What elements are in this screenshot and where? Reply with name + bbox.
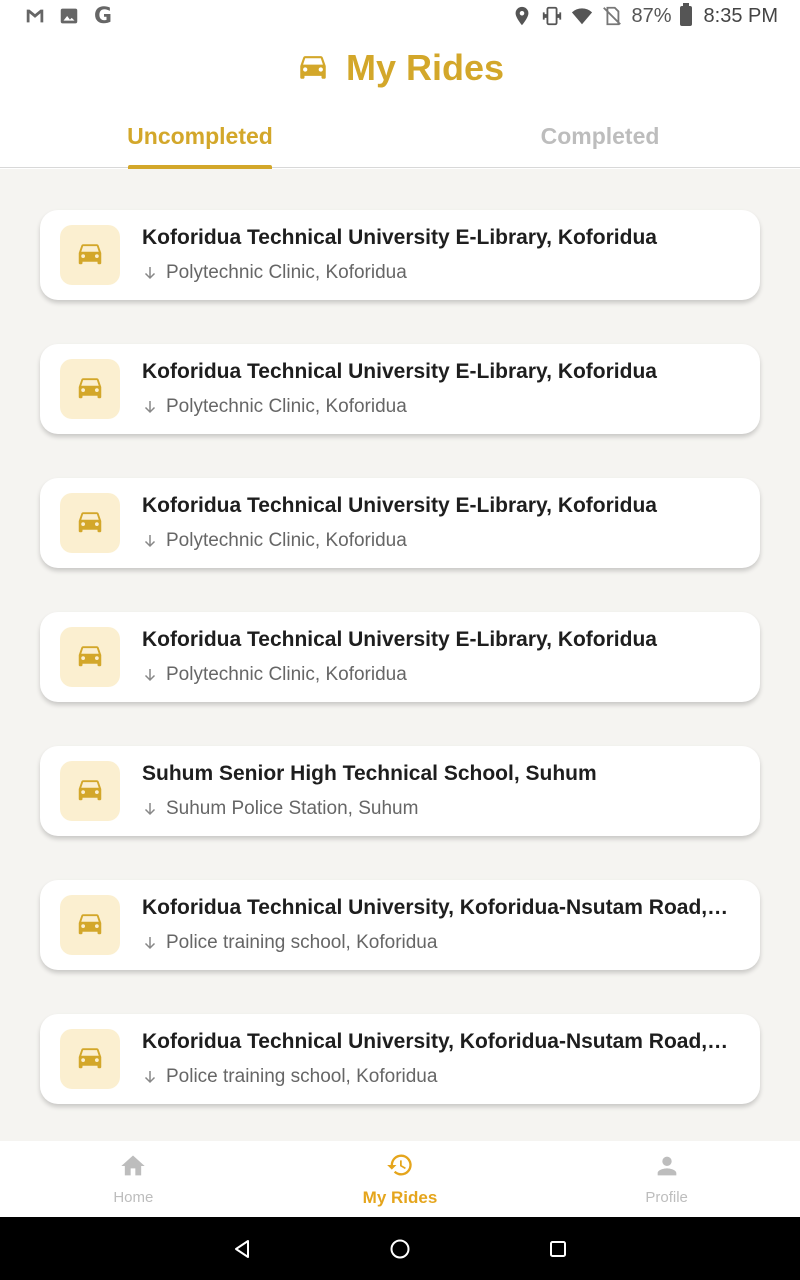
car-icon — [75, 238, 105, 273]
vibrate-icon — [541, 5, 563, 27]
status-left: G — [24, 3, 114, 29]
clock: 8:35 PM — [703, 4, 778, 27]
ride-destination-row: Polytechnic Clinic, Koforidua — [142, 664, 732, 686]
ride-origin: Koforidua Technical University E-Library… — [142, 226, 657, 249]
ride-text: Koforidua Technical University E-Library… — [142, 494, 732, 552]
ride-destination: Police training school, Koforidua — [166, 932, 438, 953]
ride-destination-row: Police training school, Koforidua — [142, 932, 732, 954]
ride-origin: Koforidua Technical University, Koforidu… — [142, 1030, 732, 1053]
recents-button[interactable] — [546, 1237, 570, 1261]
ride-destination: Polytechnic Clinic, Koforidua — [166, 664, 407, 685]
ride-icon-box — [60, 359, 120, 419]
back-button[interactable] — [230, 1237, 254, 1261]
car-icon — [75, 372, 105, 407]
bottom-nav: Home My Rides Profile — [0, 1141, 800, 1217]
page-title: My Rides — [345, 47, 505, 88]
arrow-down-icon — [142, 399, 158, 415]
ride-list: Koforidua Technical University E-Library… — [0, 169, 800, 1141]
car-icon — [75, 640, 105, 675]
car-icon — [75, 1042, 105, 1077]
arrow-down-icon — [142, 801, 158, 817]
ride-origin: Suhum Senior High Technical School, Suhu… — [142, 762, 597, 785]
car-icon — [75, 506, 105, 541]
home-icon — [119, 1152, 147, 1185]
ride-destination: Suhum Police Station, Suhum — [166, 798, 419, 819]
arrow-down-icon — [142, 1069, 158, 1085]
tab-completed[interactable]: Completed — [400, 104, 800, 168]
nav-label: Profile — [645, 1189, 688, 1206]
ride-icon-box — [60, 627, 120, 687]
nav-label: Home — [113, 1189, 154, 1206]
battery-icon — [679, 3, 692, 26]
ride-icon-box — [60, 895, 120, 955]
app-header: My Rides — [0, 32, 800, 104]
nav-label: My Rides — [362, 1187, 438, 1207]
ride-icon-box — [60, 1029, 120, 1089]
ride-origin: Koforidua Technical University E-Library… — [142, 494, 657, 517]
ride-destination: Police training school, Koforidua — [166, 1066, 438, 1087]
car-icon — [75, 908, 105, 943]
ride-destination: Polytechnic Clinic, Koforidua — [166, 530, 407, 551]
ride-origin: Koforidua Technical University E-Library… — [142, 628, 657, 651]
system-nav-bar — [0, 1217, 800, 1280]
image-icon — [58, 5, 80, 27]
wifi-icon — [571, 5, 593, 27]
ride-text: Suhum Senior High Technical School, Suhu… — [142, 762, 732, 820]
ride-origin: Koforidua Technical University E-Library… — [142, 360, 657, 383]
status-right: 87% 8:35 PM — [511, 3, 778, 28]
ride-icon-box — [60, 493, 120, 553]
no-sim-icon — [601, 5, 623, 27]
ride-card[interactable]: Koforidua Technical University, Koforidu… — [40, 880, 760, 970]
ride-destination: Polytechnic Clinic, Koforidua — [166, 262, 407, 283]
arrow-down-icon — [142, 667, 158, 683]
ride-text: Koforidua Technical University, Koforidu… — [142, 896, 732, 954]
car-icon — [296, 49, 330, 88]
ride-destination-row: Polytechnic Clinic, Koforidua — [142, 530, 732, 552]
ride-card[interactable]: Koforidua Technical University E-Library… — [40, 612, 760, 702]
ride-icon-box — [60, 225, 120, 285]
ride-text: Koforidua Technical University, Koforidu… — [142, 1030, 732, 1088]
ride-destination-row: Polytechnic Clinic, Koforidua — [142, 262, 732, 284]
ride-destination-row: Police training school, Koforidua — [142, 1066, 732, 1088]
ride-text: Koforidua Technical University E-Library… — [142, 226, 732, 284]
tab-uncompleted[interactable]: Uncompleted — [0, 104, 400, 169]
ride-card[interactable]: Koforidua Technical University E-Library… — [40, 344, 760, 434]
location-icon — [511, 5, 533, 27]
arrow-down-icon — [142, 533, 158, 549]
arrow-down-icon — [142, 935, 158, 951]
tab-label: Completed — [540, 122, 660, 149]
person-icon — [653, 1152, 681, 1185]
nav-home[interactable]: Home — [0, 1141, 267, 1217]
battery-percent: 87% — [631, 4, 672, 27]
ride-icon-box — [60, 761, 120, 821]
home-button[interactable] — [388, 1237, 412, 1261]
ride-destination-row: Polytechnic Clinic, Koforidua — [142, 396, 732, 418]
ride-card[interactable]: Koforidua Technical University E-Library… — [40, 210, 760, 300]
ride-origin: Koforidua Technical University, Koforidu… — [142, 896, 732, 919]
ride-text: Koforidua Technical University E-Library… — [142, 360, 732, 418]
nav-my-rides[interactable]: My Rides — [267, 1141, 534, 1217]
tab-label: Uncompleted — [127, 122, 273, 149]
status-bar: G 87% 8:35 PM — [0, 0, 800, 32]
history-icon — [386, 1151, 414, 1184]
ride-tabs: Uncompleted Completed — [0, 104, 800, 169]
ride-card[interactable]: Koforidua Technical University E-Library… — [40, 478, 760, 568]
ride-destination: Polytechnic Clinic, Koforidua — [166, 396, 407, 417]
gmail-icon — [24, 5, 46, 27]
ride-card[interactable]: Suhum Senior High Technical School, Suhu… — [40, 746, 760, 836]
ride-text: Koforidua Technical University E-Library… — [142, 628, 732, 686]
ride-destination-row: Suhum Police Station, Suhum — [142, 798, 732, 820]
google-icon: G — [93, 3, 113, 29]
arrow-down-icon — [142, 265, 158, 281]
car-icon — [75, 774, 105, 809]
nav-profile[interactable]: Profile — [533, 1141, 800, 1217]
ride-card[interactable]: Koforidua Technical University, Koforidu… — [40, 1014, 760, 1104]
